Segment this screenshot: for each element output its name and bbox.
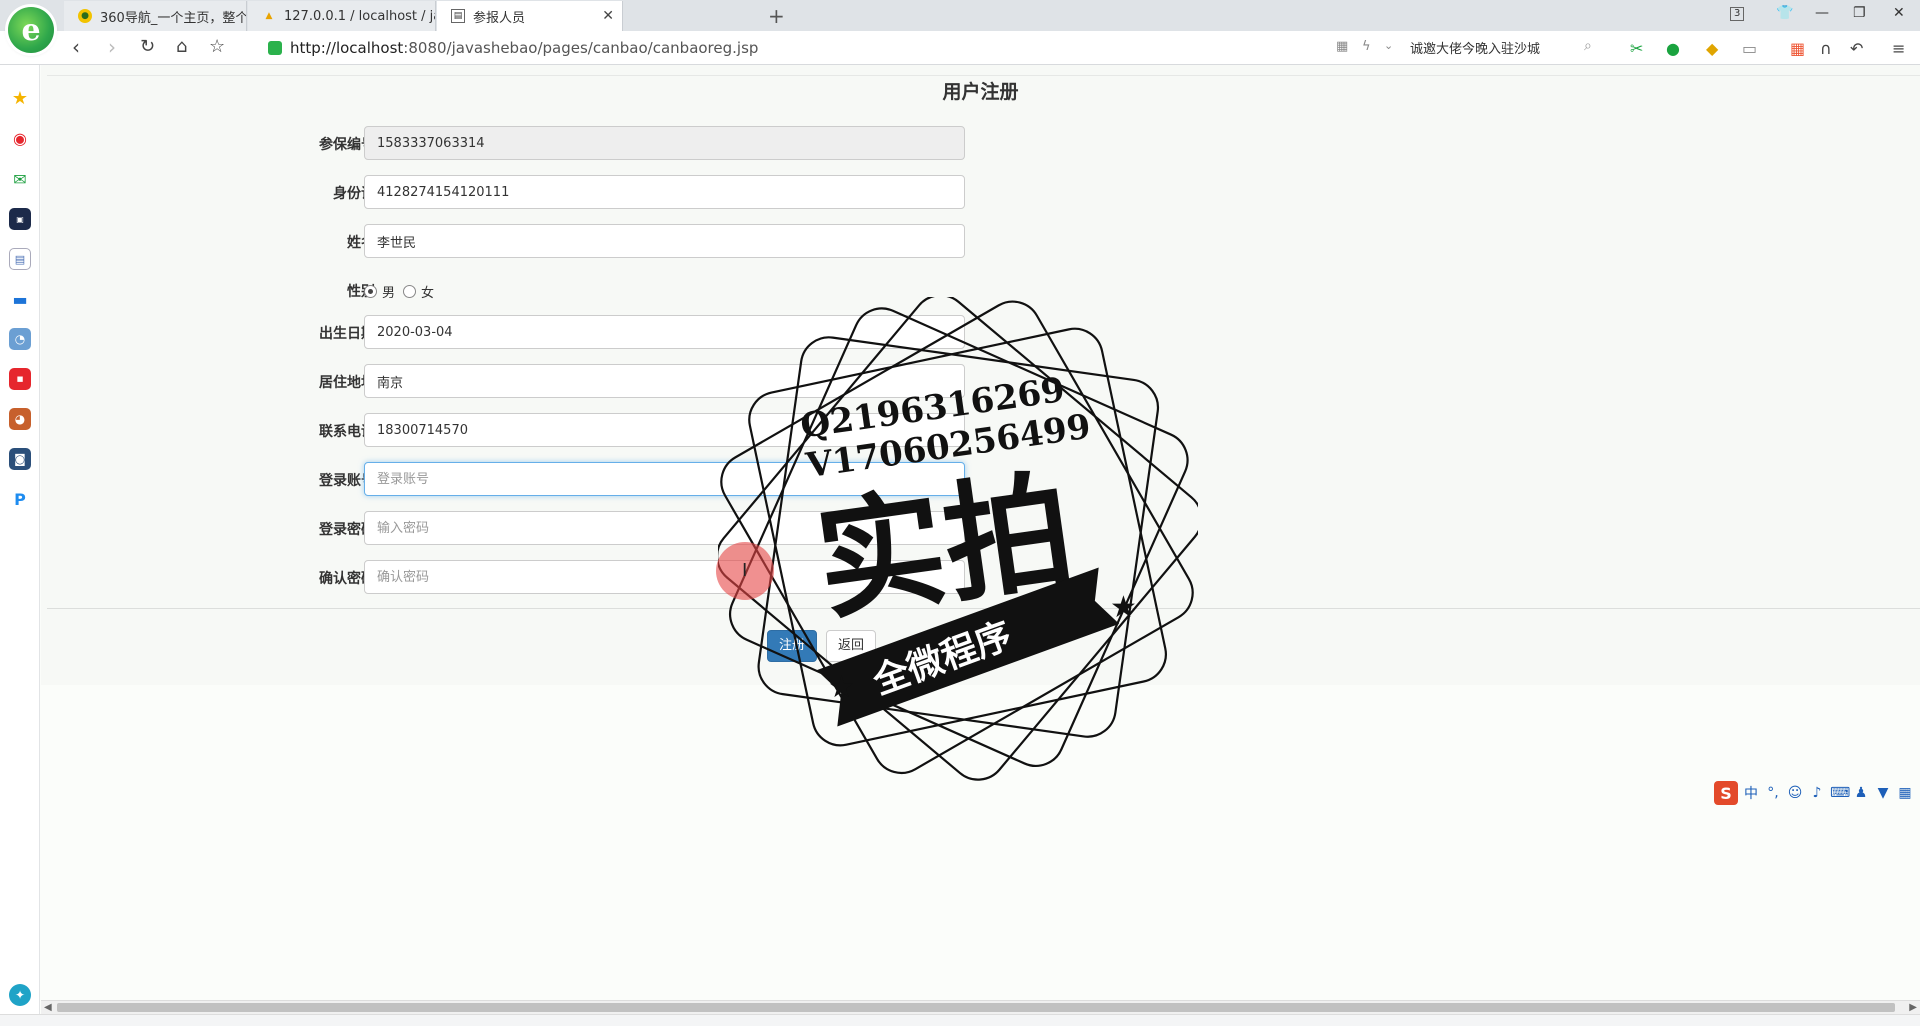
sidebar-bottom-icon[interactable]: ✦ <box>9 984 31 1006</box>
star-icon: ★ <box>1110 590 1137 625</box>
bookmark-star-icon[interactable]: ☆ <box>209 36 225 58</box>
text-cursor-icon: I <box>742 560 748 581</box>
radio-label: 女 <box>421 286 435 301</box>
gender-male-radio[interactable] <box>364 285 377 298</box>
form-row-insurance-no: 参保编号 <box>41 126 1041 160</box>
tab-label: 360导航_一个主页，整个世界 <box>100 10 247 26</box>
field-label: 出生日期 <box>319 326 375 342</box>
scrollbar-thumb[interactable] <box>57 1003 1895 1012</box>
form-row-name: 姓名 <box>41 224 1041 258</box>
browser-logo-icon[interactable]: e <box>8 7 54 53</box>
id-card-input[interactable] <box>364 175 965 209</box>
status-bar <box>0 1014 1920 1026</box>
tab-label: 参报人员 <box>473 10 526 26</box>
field-label: 联系电话 <box>319 424 375 440</box>
scroll-left-icon[interactable]: ◀ <box>44 1001 52 1014</box>
lightning-icon[interactable]: ϟ <box>1362 39 1371 54</box>
address-bar[interactable]: http://localhost :8080/javashebao/pages/… <box>268 37 1378 59</box>
game-avatar-icon[interactable]: ◕ <box>9 408 31 430</box>
field-label: 登录账号 <box>319 473 375 489</box>
url-path: :8080/javashebao/pages/canbao/canbaoreg.… <box>403 39 759 57</box>
new-tab-icon[interactable]: + <box>768 4 785 28</box>
page-icon: ▤ <box>451 9 465 23</box>
reload-icon[interactable]: ↻ <box>140 36 155 58</box>
forward-arrow-icon[interactable]: › <box>108 36 116 58</box>
restore-icon[interactable]: ❐ <box>1853 5 1866 21</box>
headphones-icon[interactable]: ∩ <box>1820 39 1832 58</box>
skin-icon[interactable]: 👕 <box>1776 5 1793 21</box>
insurance-number-input[interactable] <box>364 126 965 160</box>
name-input[interactable] <box>364 224 965 258</box>
gender-female-radio[interactable] <box>403 285 417 298</box>
shop-icon[interactable]: ■ <box>9 368 31 390</box>
watermark-stamp: Q2196316269 V17060256499 实拍 全微程序 ★ ★ <box>718 297 1198 781</box>
search-icon[interactable]: ⌕ <box>1584 38 1592 54</box>
mail-icon[interactable]: ✉ <box>9 168 31 190</box>
punctuation-icon[interactable]: °, <box>1764 785 1782 801</box>
form-row-id-card: 身份证 <box>41 175 1041 209</box>
360-nav-icon: ● <box>78 9 92 23</box>
favorites-star-icon[interactable]: ★ <box>9 87 31 109</box>
sidebar: ★ ◉ ✉ ▣ ▤ ▬ ◔ ■ ◕ ◙ P ✦ <box>0 65 40 1026</box>
tab-label: 127.0.0.1 / localhost / javashe <box>284 8 435 24</box>
horizontal-scrollbar[interactable]: ◀ ▶ <box>41 1000 1920 1014</box>
tab-bar: ● 360导航_一个主页，整个世界 ▲ 127.0.0.1 / localhos… <box>0 0 1920 31</box>
p-app-icon[interactable]: P <box>9 488 31 510</box>
field-label: 居住地址 <box>319 375 375 391</box>
toolbox-icon[interactable]: ▦ <box>1896 785 1914 801</box>
close-tab-icon[interactable]: ✕ <box>602 8 614 24</box>
divider <box>47 75 1920 76</box>
chevron-down-icon[interactable]: ⌄ <box>1384 39 1393 52</box>
back-arrow-icon[interactable]: ‹ <box>72 36 80 58</box>
emoji-icon[interactable]: ☺ <box>1786 785 1804 801</box>
apps-grid-icon[interactable]: ▦ <box>1790 39 1805 58</box>
microphone-icon[interactable]: ♪ <box>1808 785 1826 801</box>
chat-icon[interactable]: ▬ <box>9 288 31 310</box>
field-label: 姓名 <box>347 235 375 251</box>
scissors-icon[interactable]: ✂ <box>1630 39 1643 58</box>
field-label: 确认密码 <box>319 571 375 587</box>
field-label: 性别 <box>347 284 375 300</box>
qr-code-icon[interactable]: ▦ <box>1336 39 1348 54</box>
gender-radio-group: 男 女 <box>364 282 442 301</box>
nav-bar: ‹ › ↻ ⌂ ☆ http://localhost :8080/javashe… <box>0 31 1920 65</box>
pubg-icon[interactable]: ◙ <box>9 448 31 470</box>
url-host: http://localhost <box>290 39 404 57</box>
home-icon[interactable]: ⌂ <box>176 36 187 58</box>
screenshot-icon[interactable]: ▭ <box>1742 39 1757 58</box>
scroll-right-icon[interactable]: ▶ <box>1909 1001 1917 1014</box>
tab-count-badge[interactable]: 3 <box>1730 7 1745 21</box>
tab-phpmyadmin[interactable]: ▲ 127.0.0.1 / localhost / javashe <box>248 1 436 31</box>
translate-icon[interactable]: ● <box>1666 39 1680 58</box>
tab-canbao[interactable]: ▤ 参报人员 ✕ <box>437 1 623 31</box>
star-icon: ★ <box>828 670 855 705</box>
tab-360-nav[interactable]: ● 360导航_一个主页，整个世界 <box>64 1 247 31</box>
keyboard-icon[interactable]: ⌨ <box>1830 785 1850 801</box>
sogou-ime-icon[interactable]: S <box>1714 781 1738 805</box>
ime-toolbar: S 中 °, ☺ ♪ ⌨ ♟ ▼ ▦ <box>1714 780 1920 806</box>
radio-label: 男 <box>382 286 396 301</box>
window-close-icon[interactable]: ✕ <box>1893 5 1905 21</box>
game-app-icon[interactable]: ▣ <box>9 208 31 230</box>
news-icon[interactable]: ▤ <box>9 248 31 270</box>
skin-icon[interactable]: ▼ <box>1874 785 1892 801</box>
field-label: 身份证 <box>333 186 375 202</box>
undo-icon[interactable]: ↶ <box>1850 39 1863 58</box>
field-label: 参保编号 <box>319 137 375 153</box>
game-character-icon[interactable]: ◔ <box>9 328 31 350</box>
ime-mode-toggle[interactable]: 中 <box>1742 783 1760 803</box>
search-input[interactable]: 诚邀大佬今晚入驻沙城 <box>1410 38 1610 58</box>
shield-badge-icon[interactable]: ◆ <box>1706 39 1718 58</box>
page-title: 用户注册 <box>942 81 1019 103</box>
menu-icon[interactable]: ≡ <box>1892 39 1905 58</box>
weibo-icon[interactable]: ◉ <box>9 127 31 149</box>
security-shield-icon <box>268 41 282 55</box>
minimize-icon[interactable]: — <box>1815 5 1829 21</box>
user-icon[interactable]: ♟ <box>1852 785 1870 801</box>
field-label: 登录密码 <box>319 522 375 538</box>
phpmyadmin-icon: ▲ <box>265 11 273 21</box>
